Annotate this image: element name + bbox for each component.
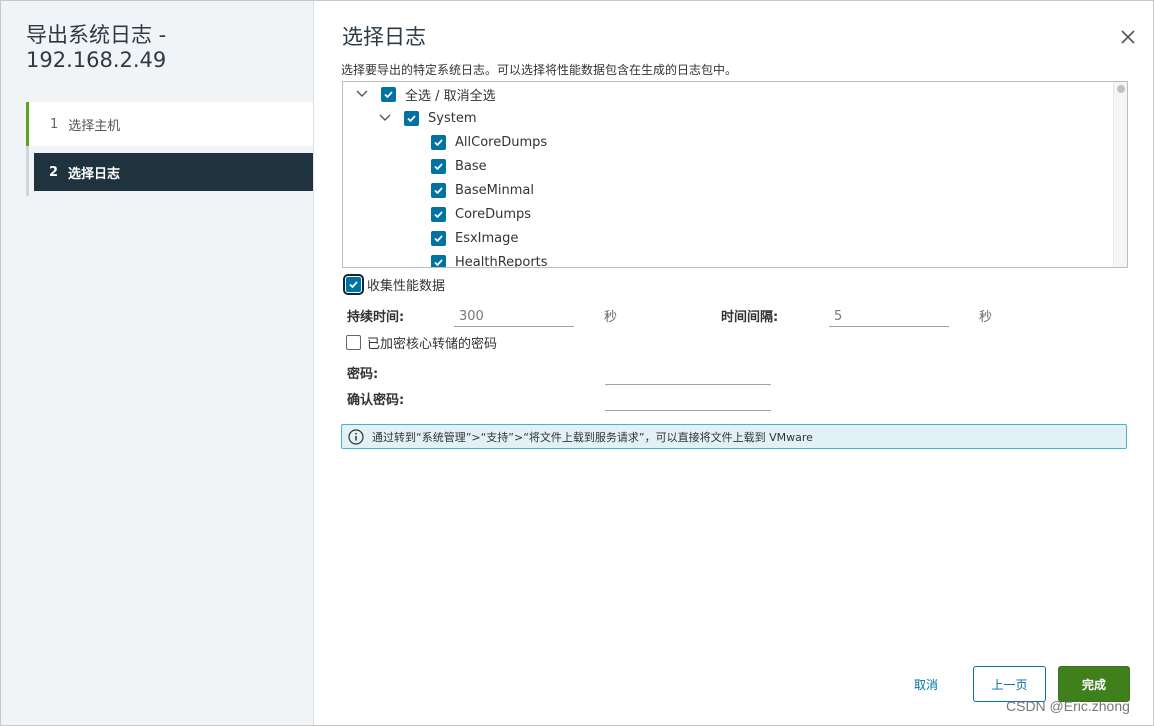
log-item-label: CoreDumps <box>455 206 532 222</box>
step-select-host[interactable]: 1 选择主机 <box>26 102 313 146</box>
duration-unit: 秒 <box>604 310 618 325</box>
system-label: System <box>428 110 477 126</box>
tree-row-system: System <box>378 107 476 129</box>
log-item-checkbox[interactable] <box>431 230 446 246</box>
collect-perf-row: 收集性能数据 <box>343 274 446 295</box>
info-icon <box>348 428 364 445</box>
step-select-logs[interactable]: 2 选择日志 <box>34 153 313 191</box>
duration-input[interactable] <box>454 301 574 327</box>
encrypt-password-label: 已加密核心转储的密码 <box>367 337 498 352</box>
log-item-label: AllCoreDumps <box>455 134 548 150</box>
wizard-main: 选择日志 选择要导出的特定系统日志。可以选择将性能数据包含在生成的日志包中。 全… <box>315 1 1153 725</box>
encrypt-password-checkbox[interactable] <box>346 335 361 350</box>
page-subtitle: 选择要导出的特定系统日志。可以选择将性能数据包含在生成的日志包中。 <box>341 63 738 77</box>
confirm-password-label: 确认密码: <box>347 393 405 408</box>
interval-unit: 秒 <box>979 310 993 325</box>
wizard-title: 导出系统日志 - 192.168.2.49 <box>26 23 167 72</box>
log-item-checkbox[interactable] <box>431 206 446 222</box>
chevron-down-icon[interactable] <box>378 111 392 125</box>
log-item-checkbox[interactable] <box>431 254 446 267</box>
collect-perf-label: 收集性能数据 <box>367 279 446 294</box>
log-item-checkbox[interactable] <box>431 134 446 150</box>
log-item-checkbox[interactable] <box>431 182 446 198</box>
log-tree[interactable]: 全选 / 取消全选 System AllCoreDumps Base BaseM… <box>342 81 1128 268</box>
system-checkbox[interactable] <box>404 110 419 126</box>
tree-item: HealthReports <box>431 251 548 268</box>
encrypt-password-row: 已加密核心转储的密码 <box>346 333 497 352</box>
step-number: 2 <box>49 164 59 180</box>
tree-item: Base <box>431 155 487 177</box>
collect-perf-checkbox[interactable] <box>343 274 364 295</box>
page-title: 选择日志 <box>342 25 426 49</box>
log-item-label: Base <box>455 158 487 174</box>
info-text: 通过转到“系统管理”>“支持”>“将文件上载到服务请求”，可以直接将文件上载到 … <box>372 430 813 444</box>
chevron-down-icon[interactable] <box>355 87 369 101</box>
info-banner: 通过转到“系统管理”>“支持”>“将文件上载到服务请求”，可以直接将文件上载到 … <box>341 424 1127 449</box>
log-item-label: EsxImage <box>455 230 519 246</box>
password-label: 密码: <box>347 367 379 382</box>
tree-item: EsxImage <box>431 227 518 249</box>
tree-item: CoreDumps <box>431 203 531 225</box>
finish-button[interactable]: 完成 <box>1058 666 1130 702</box>
log-item-checkbox[interactable] <box>431 158 446 174</box>
scrollbar-thumb[interactable] <box>1117 85 1125 93</box>
cancel-button[interactable]: 取消 <box>893 666 959 702</box>
tree-row-root: 全选 / 取消全选 <box>355 83 496 105</box>
log-item-label: BaseMinmal <box>455 182 534 198</box>
step-label: 选择日志 <box>68 166 121 182</box>
select-all-checkbox[interactable] <box>381 86 396 102</box>
interval-input[interactable] <box>829 301 949 327</box>
step-progress-line <box>26 146 29 196</box>
duration-label: 持续时间: <box>347 310 405 325</box>
tree-item: AllCoreDumps <box>431 131 547 153</box>
interval-label: 时间间隔: <box>721 310 779 325</box>
password-input[interactable] <box>605 359 771 385</box>
wizard-sidebar: 导出系统日志 - 192.168.2.49 1 选择主机 2 选择日志 <box>1 1 314 725</box>
watermark: CSDN @Eric.zhong <box>1006 698 1130 714</box>
step-label: 选择主机 <box>68 118 121 134</box>
confirm-password-input[interactable] <box>605 385 771 411</box>
tree-scrollbar[interactable] <box>1113 82 1127 267</box>
step-number: 1 <box>50 116 59 132</box>
back-button[interactable]: 上一页 <box>973 666 1046 702</box>
tree-item: BaseMinmal <box>431 179 534 201</box>
select-all-label: 全选 / 取消全选 <box>405 88 496 104</box>
close-icon[interactable] <box>1118 27 1138 47</box>
log-item-label: HealthReports <box>455 254 548 268</box>
export-logs-dialog: 导出系统日志 - 192.168.2.49 1 选择主机 2 选择日志 选择日志… <box>0 0 1154 726</box>
